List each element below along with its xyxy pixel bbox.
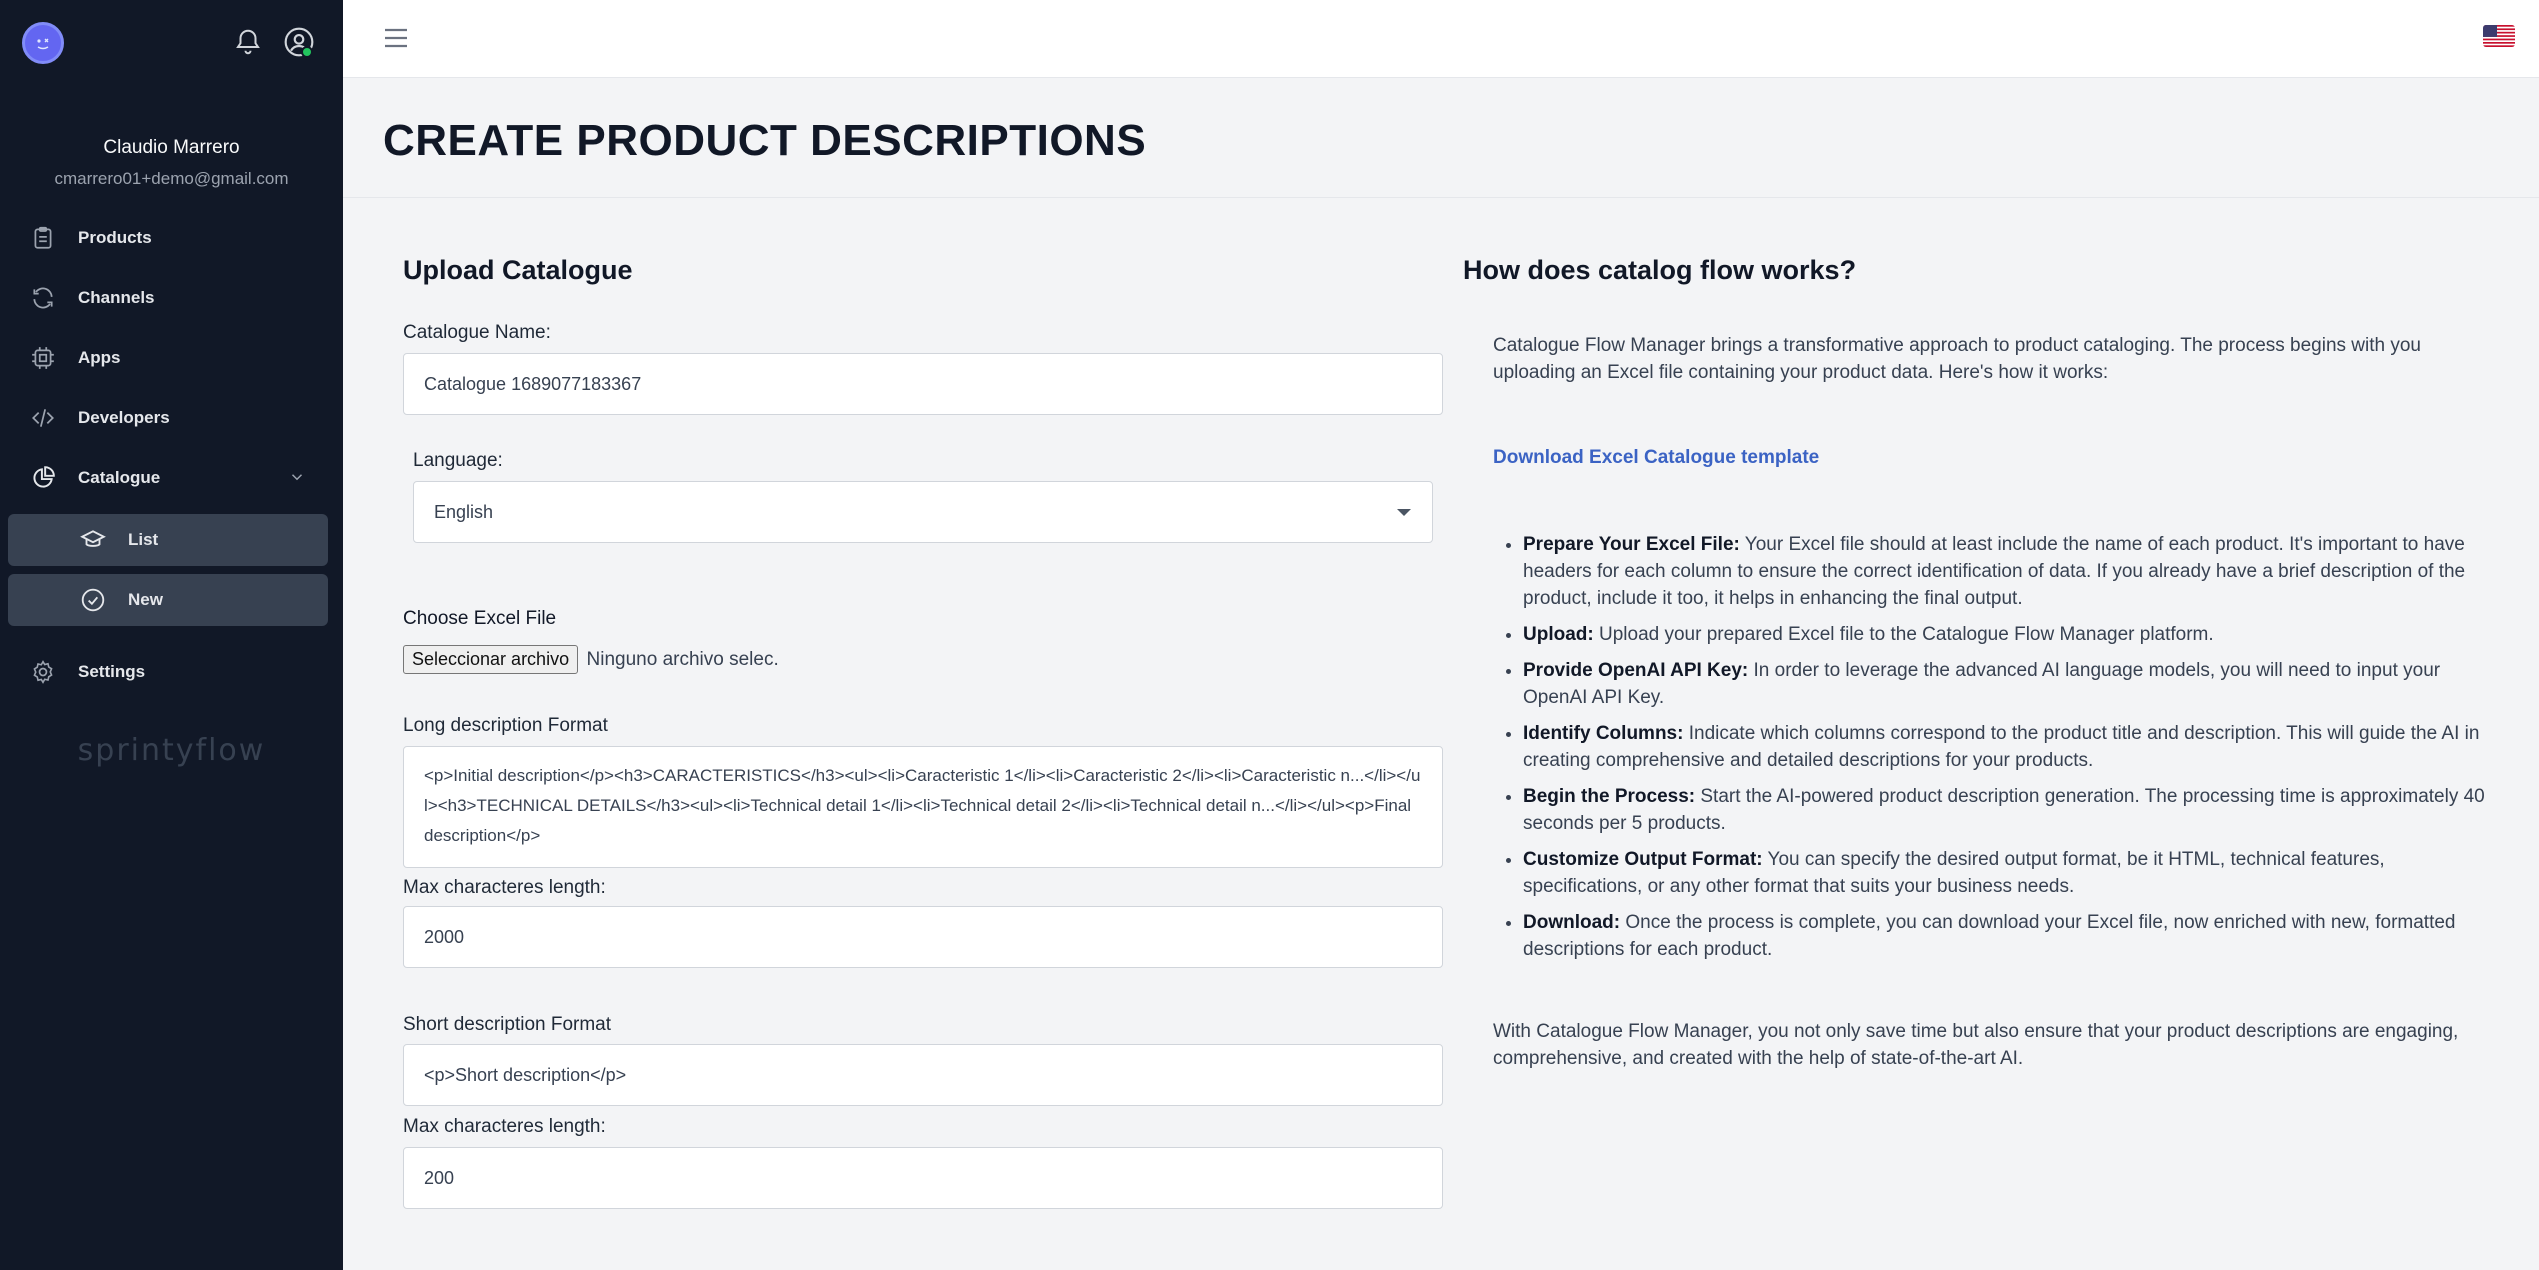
help-intro: Catalogue Flow Manager brings a transfor… — [1493, 335, 2422, 383]
user-name: Claudio Marrero — [103, 137, 240, 158]
upload-section-title: Upload Catalogue — [403, 255, 633, 285]
long-format-label: Long description Format — [403, 715, 608, 736]
sidebar-item-developers[interactable]: Developers — [8, 392, 328, 444]
catalogue-name-input[interactable]: Catalogue 1689077183367 — [403, 353, 1443, 415]
list-item: Customize Output Format: You can specify… — [1523, 846, 2503, 900]
page-title: CREATE PRODUCT DESCRIPTIONS — [383, 116, 1147, 165]
user-email: cmarrero01+demo@gmail.com — [54, 169, 289, 188]
file-label: Choose Excel File — [403, 608, 557, 629]
sidebar-item-apps[interactable]: Apps — [8, 332, 328, 384]
step-title: Prepare Your Excel File: — [1523, 534, 1740, 555]
long-format-textarea[interactable]: <p>Initial description</p><h3>CARACTERIS… — [403, 746, 1443, 868]
download-template-link[interactable]: Download Excel Catalogue template — [1493, 447, 1819, 469]
code-icon — [28, 403, 58, 433]
sidebar-item-label: Settings — [78, 662, 146, 681]
main-content: Upload Catalogue Catalogue Name: Catalog… — [343, 199, 2539, 1270]
online-status-dot — [301, 46, 313, 58]
file-input[interactable]: Seleccionar archivo Ninguno archivo sele… — [403, 645, 779, 674]
step-text: Upload your prepared Excel file to the C… — [1593, 624, 2214, 645]
list-item: Provide OpenAI API Key: In order to leve… — [1523, 657, 2503, 711]
sidebar-item-label: New — [128, 590, 163, 609]
app-logo[interactable] — [22, 22, 64, 64]
language-label: Language: — [413, 450, 503, 471]
file-status: Ninguno archivo selec. — [586, 649, 779, 670]
graduation-cap-icon — [78, 525, 108, 555]
list-item: Prepare Your Excel File: Your Excel file… — [1523, 531, 2503, 612]
us-flag-icon[interactable] — [2483, 25, 2515, 47]
step-title: Customize Output Format: — [1523, 849, 1763, 870]
short-max-length-label: Max characteres length: — [403, 1116, 606, 1137]
step-title: Begin the Process: — [1523, 786, 1696, 807]
sidebar-item-channels[interactable]: Channels — [8, 272, 328, 324]
file-select-button[interactable]: Seleccionar archivo — [403, 645, 579, 674]
brand-logo: sprintyflow — [77, 733, 266, 768]
language-select-value: English — [413, 481, 1433, 543]
sidebar-item-label: List — [128, 530, 159, 549]
help-title: How does catalog flow works? — [1463, 255, 1857, 285]
sidebar-item-label: Developers — [78, 408, 170, 427]
short-format-label: Short description Format — [403, 1014, 612, 1035]
top-bar — [343, 0, 2539, 78]
chip-icon — [28, 343, 58, 373]
sidebar-item-label: Channels — [78, 288, 155, 307]
steps-list: Prepare Your Excel File: Your Excel file… — [1493, 531, 2503, 972]
step-title: Provide OpenAI API Key: — [1523, 660, 1749, 681]
short-format-input[interactable]: <p>Short description</p> — [403, 1044, 1443, 1106]
refresh-icon — [28, 283, 58, 313]
robot-face-icon — [37, 38, 49, 50]
step-title: Upload: — [1523, 624, 1594, 645]
short-max-length-input[interactable]: 200 — [403, 1147, 1443, 1209]
long-max-length-label: Max characteres length: — [403, 877, 606, 898]
check-circle-icon — [78, 585, 108, 615]
language-select[interactable]: English — [413, 481, 1433, 543]
hamburger-menu-icon[interactable] — [383, 26, 409, 50]
list-item: Identify Columns: Indicate which columns… — [1523, 720, 2503, 774]
sidebar-item-catalogue[interactable]: Catalogue — [8, 452, 328, 504]
sidebar-item-settings[interactable]: Settings — [8, 646, 328, 698]
sidebar: Claudio Marrero cmarrero01+demo@gmail.co… — [0, 0, 343, 1270]
sidebar-item-label: Products — [78, 228, 152, 247]
sidebar-item-label: Apps — [78, 348, 121, 367]
pie-chart-icon — [28, 463, 58, 493]
sidebar-item-new[interactable]: New — [8, 574, 328, 626]
gear-icon — [28, 657, 58, 687]
bell-icon[interactable] — [233, 27, 263, 57]
long-max-length-input[interactable]: 2000 — [403, 906, 1443, 968]
list-item: Begin the Process: Start the AI-powered … — [1523, 783, 2503, 837]
clipboard-icon — [28, 223, 58, 253]
help-outro: With Catalogue Flow Manager, you not onl… — [1493, 1021, 2459, 1069]
list-item: Upload: Upload your prepared Excel file … — [1523, 621, 2503, 648]
step-text: Once the process is complete, you can do… — [1523, 912, 2456, 960]
sidebar-item-products[interactable]: Products — [8, 212, 328, 264]
step-title: Identify Columns: — [1523, 723, 1684, 744]
catalogue-name-label: Catalogue Name: — [403, 322, 551, 343]
list-item: Download: Once the process is complete, … — [1523, 909, 2503, 963]
step-title: Download: — [1523, 912, 1621, 933]
chevron-down-icon — [291, 474, 303, 481]
caret-down-icon — [1397, 509, 1411, 516]
sidebar-item-list[interactable]: List — [8, 514, 328, 566]
sidebar-item-label: Catalogue — [78, 468, 161, 487]
page-header: CREATE PRODUCT DESCRIPTIONS — [343, 78, 2539, 198]
